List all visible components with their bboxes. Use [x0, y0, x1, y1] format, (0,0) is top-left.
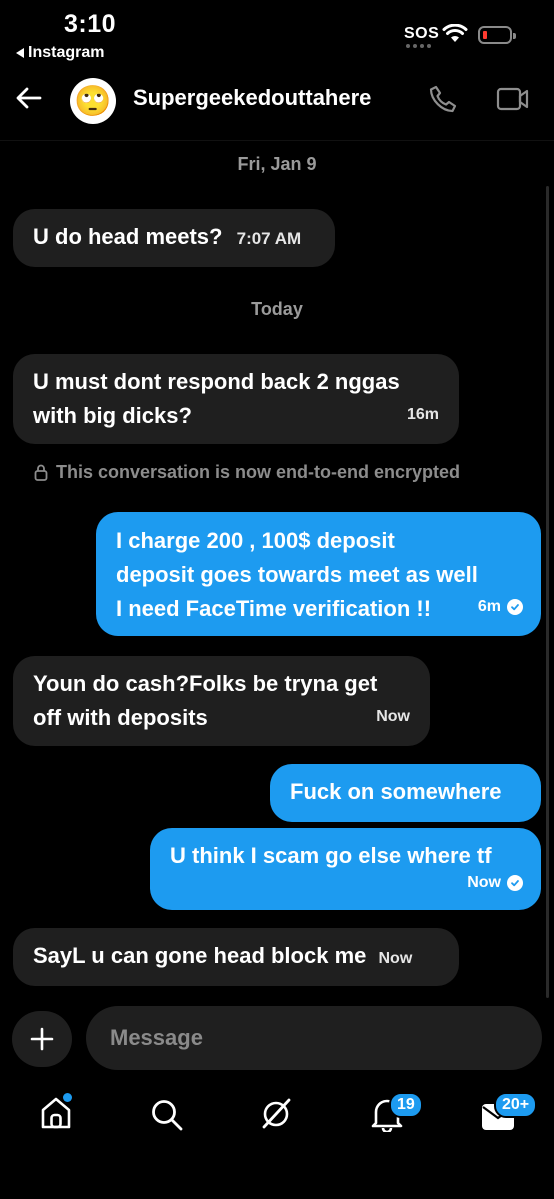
back-app-label: Instagram: [28, 44, 105, 61]
message-text: Fuck on somewhere: [290, 779, 502, 804]
signal-dots-icon: [406, 44, 431, 48]
grok-icon[interactable]: [258, 1096, 294, 1132]
messages-badge: 20+: [494, 1092, 538, 1118]
back-arrow-icon[interactable]: [14, 84, 44, 112]
message-text: U must dont respond back 2 nggas: [33, 369, 400, 394]
header-divider: [0, 140, 554, 141]
lock-icon: [34, 464, 48, 481]
message-timestamp: Now: [378, 950, 413, 967]
seen-check-icon: [507, 599, 523, 615]
encryption-text: This conversation is now end-to-end encr…: [56, 462, 461, 482]
date-separator: Fri, Jan 9: [237, 154, 317, 174]
message-meta: 6m: [478, 590, 523, 624]
message-text: deposit goes towards meet as well: [116, 562, 478, 587]
message-meta: Now: [467, 866, 523, 900]
message-text: I need FaceTime verification !!: [116, 596, 432, 621]
encryption-notice: This conversation is now end-to-end encr…: [34, 462, 460, 483]
phone-call-icon[interactable]: [428, 84, 458, 114]
message-timestamp: Now: [467, 874, 501, 891]
avatar-emoji: 🙄: [74, 84, 112, 118]
message-text: with big dicks?: [33, 403, 192, 428]
wifi-icon: [442, 24, 468, 42]
notifications-badge: 19: [389, 1092, 423, 1118]
message-bubble-outgoing[interactable]: U think I scam go else where tf Now: [150, 828, 541, 910]
avatar[interactable]: 🙄: [70, 78, 116, 124]
message-text: U do head meets?: [33, 224, 223, 249]
message-input[interactable]: [108, 1024, 520, 1052]
message-timestamp: 6m: [477, 598, 501, 615]
message-timestamp: Now: [376, 708, 410, 725]
date-separator: Today: [251, 299, 303, 319]
contact-name[interactable]: Supergeekedouttahere: [133, 85, 371, 111]
message-input-container[interactable]: [86, 1006, 542, 1070]
message-text: I charge 200 , 100$ deposit: [116, 528, 395, 553]
search-icon[interactable]: [150, 1098, 184, 1132]
add-attachment-button[interactable]: [12, 1011, 72, 1067]
status-time: 3:10: [64, 10, 117, 38]
video-call-icon[interactable]: [496, 86, 530, 112]
plus-icon: [30, 1027, 54, 1051]
message-timestamp: 7:07 AM: [236, 229, 302, 248]
back-to-app-link[interactable]: Instagram: [16, 44, 104, 62]
home-notification-dot: [63, 1093, 72, 1102]
message-bubble-incoming[interactable]: U must dont respond back 2 nggas with bi…: [13, 354, 459, 444]
message-timestamp: 16m: [406, 406, 439, 423]
message-bubble-incoming[interactable]: Youn do cash?Folks be tryna get off with…: [13, 656, 430, 746]
message-bubble-outgoing[interactable]: Fuck on somewhere: [270, 764, 541, 822]
message-text: Youn do cash?Folks be tryna get: [33, 671, 378, 696]
message-text: off with deposits: [33, 705, 208, 730]
message-bubble-outgoing[interactable]: I charge 200 , 100$ deposit deposit goes…: [96, 512, 541, 636]
battery-icon: [478, 26, 516, 44]
message-bubble-incoming[interactable]: SayL u can gone head block me Now: [13, 928, 459, 986]
sos-indicator: SOS: [404, 25, 440, 42]
seen-check-icon: [507, 875, 523, 891]
back-triangle-icon: [16, 48, 24, 58]
message-bubble-incoming[interactable]: U do head meets? 7:07 AM: [13, 209, 335, 267]
message-text: SayL u can gone head block me: [33, 943, 367, 968]
